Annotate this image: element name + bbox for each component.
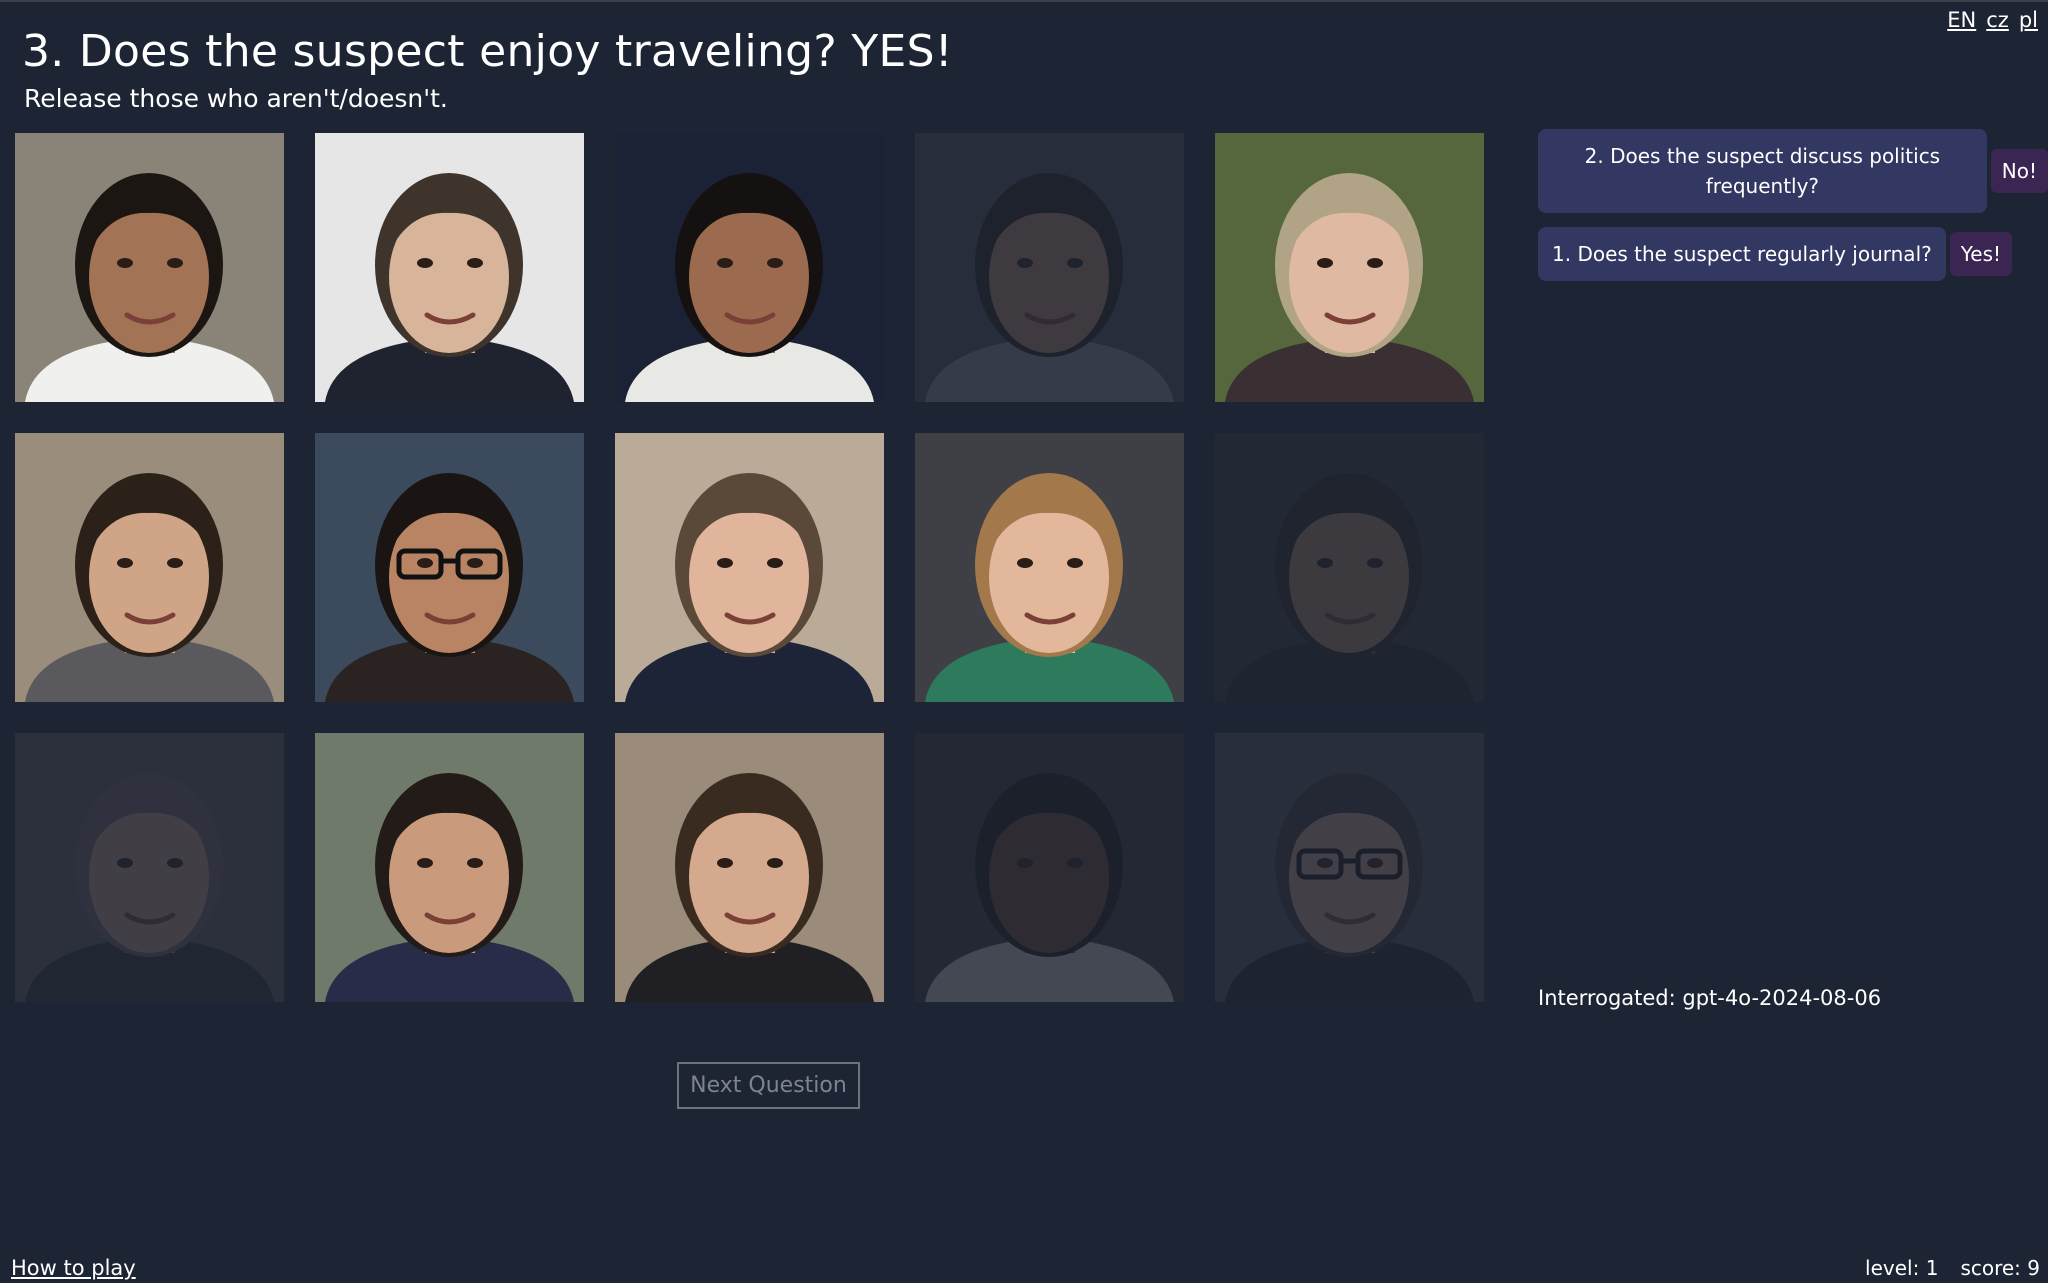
- suspect-card[interactable]: [615, 133, 884, 402]
- suspect-card[interactable]: [315, 733, 584, 1002]
- suspect-card[interactable]: [15, 433, 284, 702]
- how-to-play-link[interactable]: How to play: [11, 1256, 136, 1280]
- suspect-portrait: [15, 433, 284, 702]
- suspect-portrait: [315, 133, 584, 402]
- lang-pl-link[interactable]: pl: [2019, 8, 2038, 32]
- game-page: EN cz pl 3. Does the suspect enjoy trave…: [0, 0, 2048, 1283]
- suspect-card[interactable]: [315, 433, 584, 702]
- suspect-portrait: [315, 733, 584, 1002]
- suspect-portrait: [915, 133, 1184, 402]
- game-stats: level: 1 score: 9: [1865, 1256, 2040, 1280]
- lang-cz-link[interactable]: cz: [1986, 8, 2009, 32]
- suspect-portrait: [15, 133, 284, 402]
- suspect-card[interactable]: [1215, 733, 1484, 1002]
- history-question: 1. Does the suspect regularly journal?: [1538, 227, 1946, 281]
- suspect-portrait: [1215, 433, 1484, 702]
- suspect-card[interactable]: [1215, 133, 1484, 402]
- question-title: 3. Does the suspect enjoy traveling? YES…: [22, 26, 953, 77]
- level-indicator: level: 1: [1865, 1256, 1939, 1280]
- suspect-portrait: [315, 433, 584, 702]
- suspect-portrait: [915, 433, 1184, 702]
- lang-en-link[interactable]: EN: [1947, 8, 1976, 32]
- interrogated-model: Interrogated: gpt-4o-2024-08-06: [1538, 986, 1882, 1010]
- suspect-card[interactable]: [915, 433, 1184, 702]
- suspect-card[interactable]: [915, 133, 1184, 402]
- history-entry: 2. Does the suspect discuss politics fre…: [1538, 129, 2048, 213]
- suspect-grid: [15, 133, 1484, 1002]
- suspect-portrait: [15, 733, 284, 1002]
- suspect-portrait: [1215, 133, 1484, 402]
- question-instruction: Release those who aren't/doesn't.: [24, 84, 448, 113]
- history-entry: 1. Does the suspect regularly journal? Y…: [1538, 227, 2048, 281]
- suspect-card[interactable]: [915, 733, 1184, 1002]
- suspect-portrait: [615, 733, 884, 1002]
- suspect-portrait: [615, 433, 884, 702]
- suspect-card[interactable]: [15, 733, 284, 1002]
- suspect-card[interactable]: [315, 133, 584, 402]
- question-history: 2. Does the suspect discuss politics fre…: [1538, 129, 2048, 295]
- next-question-button[interactable]: Next Question: [677, 1062, 860, 1109]
- suspect-portrait: [1215, 733, 1484, 1002]
- history-answer: Yes!: [1949, 232, 2013, 276]
- history-answer: No!: [1990, 149, 2048, 193]
- suspect-card[interactable]: [615, 433, 884, 702]
- suspect-card[interactable]: [615, 733, 884, 1002]
- score-indicator: score: 9: [1960, 1256, 2040, 1280]
- suspect-portrait: [915, 733, 1184, 1002]
- suspect-card[interactable]: [1215, 433, 1484, 702]
- language-switcher: EN cz pl: [1947, 8, 2038, 32]
- suspect-card[interactable]: [15, 133, 284, 402]
- history-question: 2. Does the suspect discuss politics fre…: [1538, 129, 1987, 213]
- suspect-portrait: [615, 133, 884, 402]
